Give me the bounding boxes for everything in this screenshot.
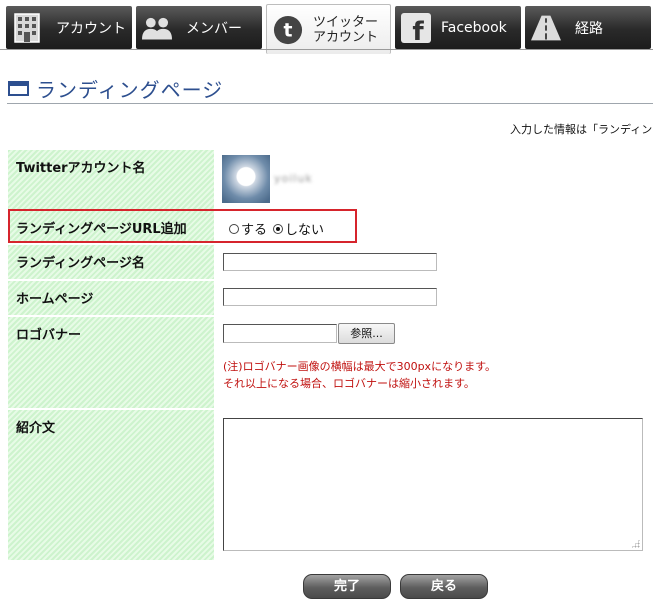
title-divider	[7, 103, 653, 104]
highlight-box	[8, 209, 357, 243]
facebook-icon: f	[401, 12, 431, 43]
building-icon	[12, 12, 42, 43]
tab-divider	[0, 49, 653, 50]
avatar	[222, 155, 270, 203]
tab-label-line2: アカウント	[313, 29, 379, 45]
browse-button[interactable]: 参照...	[338, 323, 395, 344]
page-title: ランディングページ	[8, 74, 223, 103]
info-notice: 入力した情報は「ランディング	[510, 123, 653, 136]
tab-bar: アカウント メンバー t ツイッター アカウント f Facebook 経路	[0, 0, 653, 56]
page-name-input[interactable]	[223, 253, 437, 271]
tab-facebook[interactable]: f Facebook	[395, 6, 521, 49]
resize-grip-icon[interactable]	[631, 539, 640, 548]
tab-label: 経路	[575, 20, 603, 37]
tab-account[interactable]: アカウント	[6, 6, 132, 49]
tab-label: メンバー	[186, 20, 242, 37]
page-name-label: ランディングページ名	[8, 245, 214, 279]
back-button[interactable]: 戻る	[400, 574, 488, 599]
tab-label: Facebook	[441, 19, 507, 36]
twitter-account-label: Twitterアカウント名	[8, 150, 214, 209]
twitter-icon: t	[273, 15, 303, 45]
tab-label-line1: ツイッター	[313, 14, 379, 30]
tab-label: アカウント	[56, 20, 126, 37]
logo-file-input[interactable]	[223, 324, 337, 343]
homepage-label: ホームページ	[8, 281, 214, 315]
logo-note-line1: (注)ロゴバナー画像の横幅は最大で300pxになります。	[223, 360, 496, 373]
tab-route[interactable]: 経路	[525, 6, 651, 49]
svg-text:f: f	[412, 17, 424, 43]
tab-twitter-account[interactable]: t ツイッター アカウント	[266, 4, 391, 54]
twitter-username: yoiluk	[274, 172, 313, 185]
tab-label: ツイッター アカウント	[313, 15, 378, 45]
logo-note-line2: それ以上になる場合、ロゴバナーは縮小されます。	[223, 377, 475, 390]
page-title-text: ランディングページ	[36, 78, 224, 102]
people-icon	[142, 13, 172, 43]
intro-label: 紹介文	[8, 410, 214, 560]
intro-textarea[interactable]	[223, 418, 643, 551]
logo-banner-label: ロゴバナー	[8, 317, 214, 408]
svg-text:t: t	[284, 20, 293, 41]
homepage-input[interactable]	[223, 288, 437, 306]
tab-members[interactable]: メンバー	[136, 6, 262, 49]
road-icon	[531, 13, 561, 43]
window-icon	[8, 81, 29, 96]
done-button[interactable]: 完了	[303, 574, 391, 599]
